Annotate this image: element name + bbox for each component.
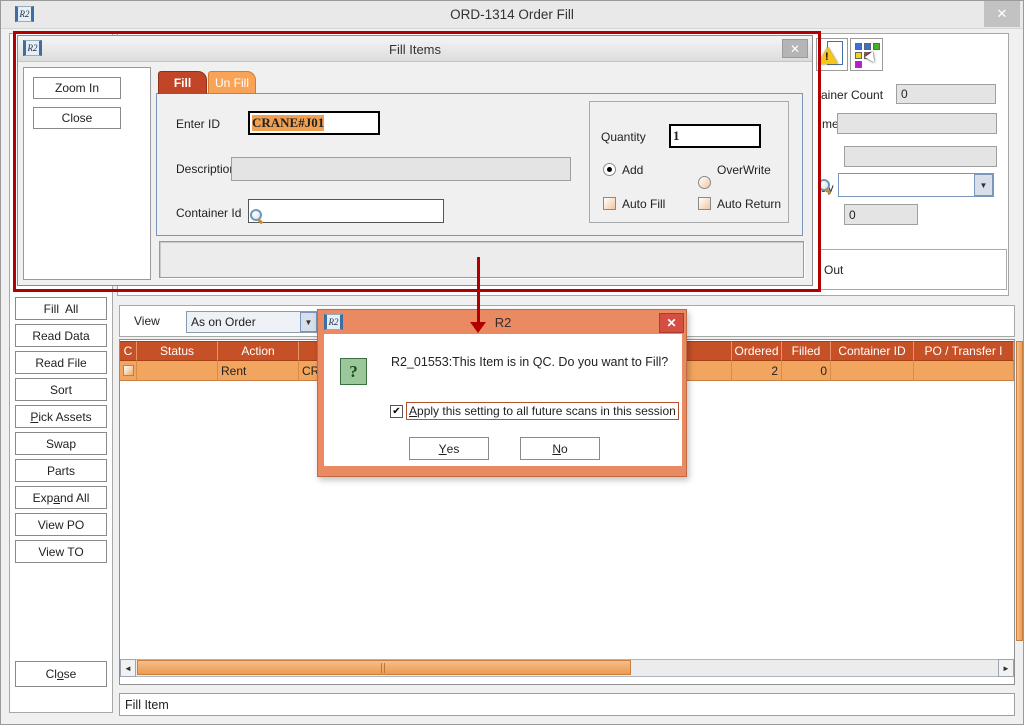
grid-square-green-icon xyxy=(873,43,880,50)
grid-square-purple-icon xyxy=(855,61,862,68)
column-header-container-id[interactable]: Container ID xyxy=(831,341,914,361)
vertical-scrollbar[interactable] xyxy=(1016,341,1023,641)
column-header-ordered[interactable]: Ordered xyxy=(732,341,782,361)
message-text: R2_01553:This Item is in QC. Do you want… xyxy=(391,355,668,369)
view-po-button[interactable]: View PO xyxy=(15,513,107,536)
add-radio-label: Add xyxy=(622,163,643,177)
row-select-cell[interactable] xyxy=(120,361,137,381)
out-label: Out xyxy=(824,263,843,277)
bay-dropdown-button[interactable]: ▼ xyxy=(974,174,993,196)
dialog-close-button[interactable]: Close xyxy=(33,107,121,129)
cursor-arrow-icon xyxy=(865,51,882,69)
apply-setting-checkbox[interactable]: ✔ xyxy=(390,405,403,418)
auto-return-checkbox[interactable] xyxy=(698,197,711,210)
fill-items-r2-icon: R2 xyxy=(23,40,42,56)
read-data-button[interactable]: Read Data xyxy=(15,324,107,347)
name-field-2 xyxy=(844,146,997,167)
name-field xyxy=(837,113,997,134)
column-header-c[interactable]: C xyxy=(120,341,137,361)
description-field xyxy=(231,157,571,181)
fill-items-title: Fill Items xyxy=(17,42,813,57)
row-checkbox[interactable] xyxy=(123,365,134,376)
status-text: Fill Item xyxy=(125,698,169,712)
overwrite-radio[interactable] xyxy=(698,176,711,189)
order-fill-window: R2 ORD-1314 Order Fill ✕ Fill All Read D… xyxy=(0,0,1024,725)
container-search-icon[interactable] xyxy=(249,208,264,223)
auto-return-label: Auto Return xyxy=(717,197,781,211)
parts-button[interactable]: Parts xyxy=(15,459,107,482)
yes-button[interactable]: Yes xyxy=(409,437,489,460)
quantity-label: Quantity xyxy=(601,130,646,144)
quantity-field[interactable]: 1 xyxy=(669,124,761,148)
scrollbar-thumb[interactable] xyxy=(137,660,631,675)
warning-exclamation: ! xyxy=(825,51,829,63)
overwrite-radio-label: OverWrite xyxy=(717,163,771,177)
scroll-left-button[interactable]: ◄ xyxy=(120,659,136,677)
message-dialog-title: R2 xyxy=(318,315,688,330)
window-close-button[interactable]: ✕ xyxy=(984,1,1020,27)
row-ordered-cell[interactable]: 2 xyxy=(732,361,782,381)
view-dropdown-arrow[interactable]: ▼ xyxy=(300,312,317,332)
grid-square-blue-icon xyxy=(855,43,862,50)
status-bar xyxy=(119,693,1015,716)
container-count-field: 0 xyxy=(896,84,996,104)
container-count-label: ainer Count xyxy=(821,88,883,102)
view-options-toolbar-button[interactable] xyxy=(850,38,883,71)
view-dropdown[interactable]: As on Order ▼ xyxy=(186,311,318,333)
row-filled-cell[interactable]: 0 xyxy=(782,361,831,381)
read-file-button[interactable]: Read File xyxy=(15,351,107,374)
view-label: View xyxy=(134,314,160,328)
scrollbar-grip xyxy=(381,663,382,673)
message-close-button[interactable]: ✕ xyxy=(659,313,684,333)
row-action-cell[interactable]: Rent xyxy=(218,361,299,381)
bay-combo[interactable]: ▼ xyxy=(838,173,994,197)
add-radio[interactable] xyxy=(603,163,616,176)
tab-un-fill[interactable]: Un Fill xyxy=(208,71,256,94)
container-id-label: Container Id xyxy=(176,206,241,220)
zoom-in-button[interactable]: Zoom In xyxy=(33,77,121,99)
row-status-cell[interactable] xyxy=(137,361,218,381)
view-to-button[interactable]: View TO xyxy=(15,540,107,563)
no-button[interactable]: No xyxy=(520,437,600,460)
description-label: Description xyxy=(176,162,236,176)
scroll-right-button[interactable]: ► xyxy=(998,659,1014,677)
auto-fill-label: Auto Fill xyxy=(622,197,665,211)
apply-setting-label[interactable]: Apply this setting to all future scans i… xyxy=(406,402,679,420)
enter-id-field[interactable]: CRANE#J01 xyxy=(248,111,380,135)
annotation-arrow-line xyxy=(477,257,480,323)
sort-button[interactable]: Sort xyxy=(15,378,107,401)
tab-fill[interactable]: Fill xyxy=(158,71,207,94)
annotation-arrow-head xyxy=(470,322,486,333)
column-header-filled[interactable]: Filled xyxy=(782,341,831,361)
window-title: ORD-1314 Order Fill xyxy=(1,7,1023,22)
fill-all-button[interactable]: Fill All xyxy=(15,297,107,320)
pick-assets-button[interactable]: Pick Assets xyxy=(15,405,107,428)
dialog-message-strip xyxy=(159,241,804,278)
grid-square-yellow-icon xyxy=(855,52,862,59)
row-container-id-cell[interactable] xyxy=(831,361,914,381)
view-dropdown-value: As on Order xyxy=(191,315,256,329)
message-content: ? R2_01553:This Item is in QC. Do you wa… xyxy=(324,334,682,466)
quantity-summary-field: 0 xyxy=(844,204,918,225)
grid-square-blue2-icon xyxy=(864,43,871,50)
auto-fill-checkbox[interactable] xyxy=(603,197,616,210)
swap-button[interactable]: Swap xyxy=(15,432,107,455)
check-out-groupbox: Out xyxy=(819,249,1007,290)
fill-items-close-button[interactable]: ✕ xyxy=(782,39,808,58)
expand-all-button[interactable]: Expand All xyxy=(15,486,107,509)
column-header-action[interactable]: Action xyxy=(218,341,299,361)
sidebar-close-button[interactable]: Close xyxy=(15,661,107,687)
question-icon: ? xyxy=(340,358,367,385)
column-header-po-transfer[interactable]: PO / Transfer I xyxy=(914,341,1014,361)
scrollbar-grip xyxy=(384,663,385,673)
quantity-value: 1 xyxy=(673,128,680,144)
container-id-field[interactable] xyxy=(248,199,444,223)
r2-message-dialog: R2 R2 ✕ ? R2_01553:This Item is in QC. D… xyxy=(317,309,687,477)
column-header-status[interactable]: Status xyxy=(137,341,218,361)
enter-id-value: CRANE#J01 xyxy=(252,115,324,131)
enter-id-label: Enter ID xyxy=(176,117,220,131)
row-po-cell[interactable] xyxy=(914,361,1014,381)
